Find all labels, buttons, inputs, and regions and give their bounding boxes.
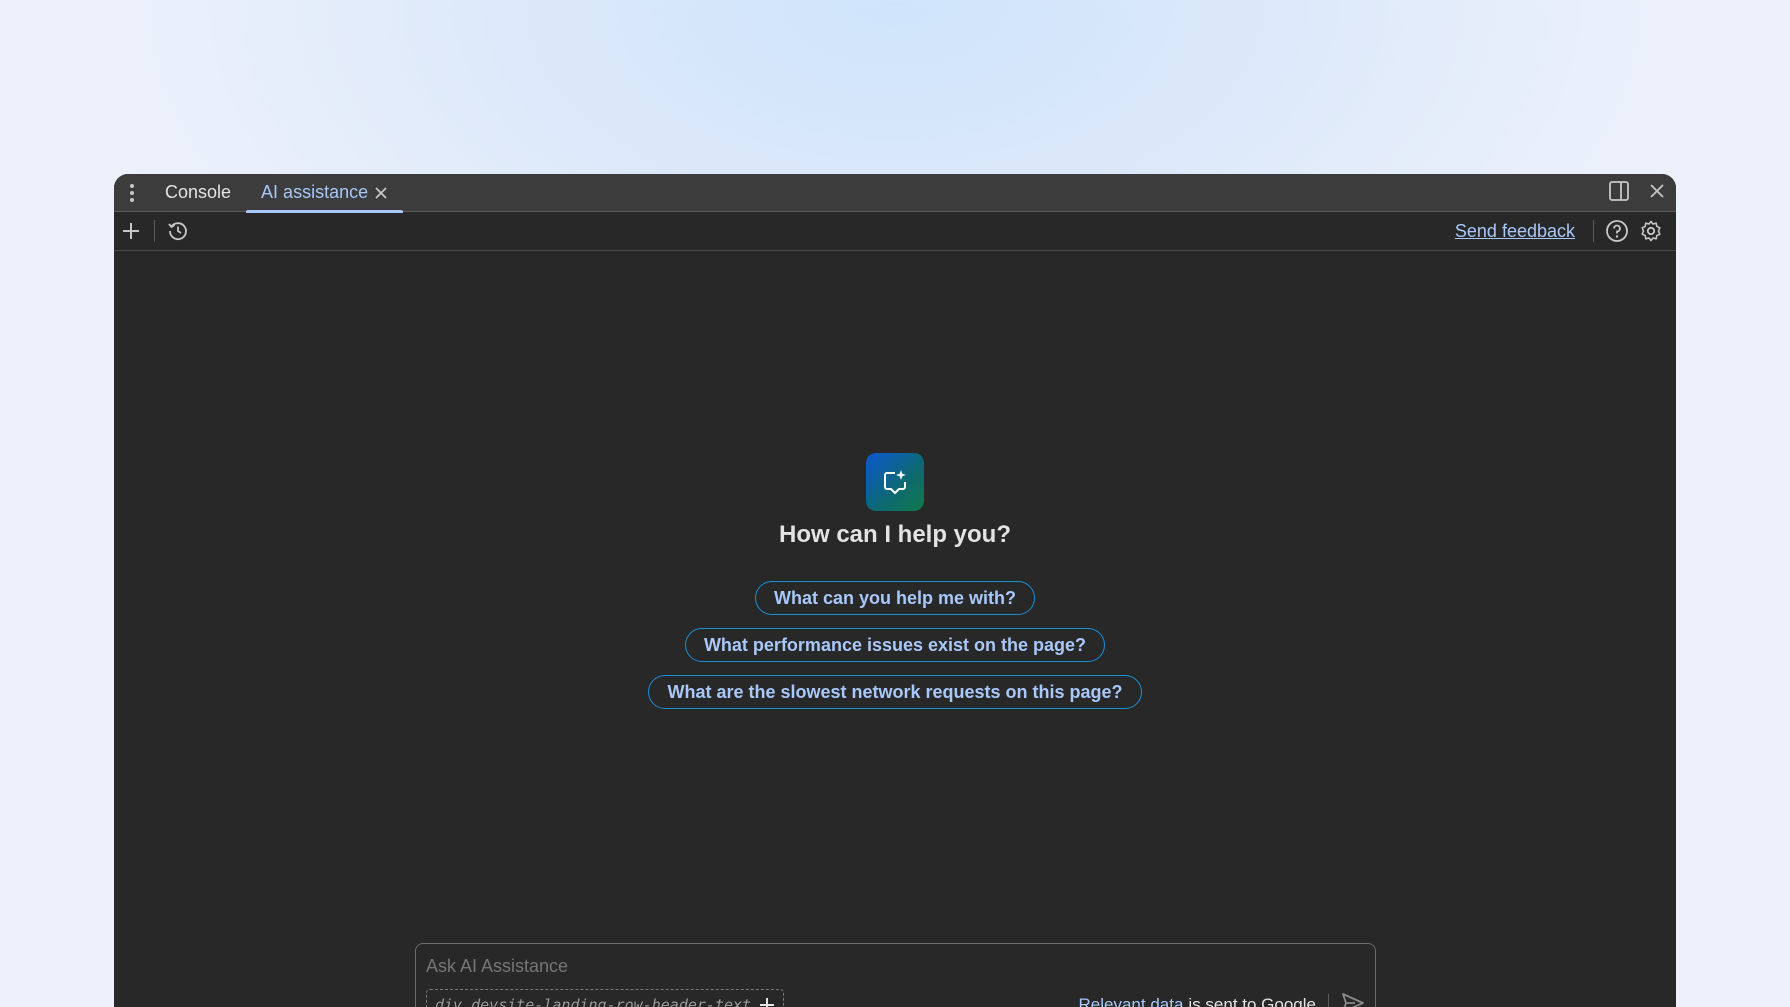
plus-icon[interactable] — [759, 997, 775, 1007]
tab-console[interactable]: Console — [150, 174, 246, 212]
history-icon[interactable] — [161, 212, 195, 250]
suggestion-list: What can you help me with? What performa… — [114, 581, 1676, 709]
settings-icon[interactable] — [1634, 212, 1668, 250]
close-devtools-icon[interactable] — [1648, 182, 1666, 205]
relevant-data-link[interactable]: Relevant data — [1079, 995, 1184, 1007]
disclaimer: Relevant data is sent to Google — [1079, 989, 1365, 1007]
disclaimer-text: is sent to Google — [1188, 995, 1316, 1007]
dock-side-icon[interactable] — [1608, 180, 1630, 207]
composer-divider — [1328, 994, 1329, 1007]
context-selector-text: div.devsite-landing-row-header-text — [435, 996, 752, 1007]
toolbar: Send feedback — [114, 212, 1676, 251]
suggestion-chip[interactable]: What are the slowest network requests on… — [648, 675, 1142, 709]
chat-composer: div.devsite-landing-row-header-text Rele… — [415, 943, 1376, 1007]
context-selector-chip[interactable]: div.devsite-landing-row-header-text — [426, 989, 785, 1007]
chat-area: How can I help you? What can you help me… — [114, 251, 1676, 1007]
tab-bar: Console AI assistance — [114, 174, 1676, 213]
more-vert-icon[interactable] — [114, 174, 150, 212]
ai-logo-icon — [866, 453, 924, 511]
greeting-heading: How can I help you? — [778, 521, 1012, 548]
toolbar-divider — [154, 220, 155, 242]
send-feedback-link[interactable]: Send feedback — [1455, 221, 1575, 242]
chat-input[interactable] — [426, 956, 1026, 977]
send-icon[interactable] — [1341, 992, 1365, 1007]
tab-ai-assistance[interactable]: AI assistance — [246, 174, 404, 213]
devtools-window: Console AI assistance Send feedback How … — [114, 174, 1676, 1007]
help-icon[interactable] — [1600, 212, 1634, 250]
toolbar-right-divider — [1593, 220, 1594, 242]
suggestion-chip[interactable]: What performance issues exist on the pag… — [684, 628, 1106, 662]
suggestion-chip[interactable]: What can you help me with? — [754, 581, 1035, 615]
close-icon[interactable] — [374, 186, 388, 200]
tab-console-label: Console — [165, 182, 232, 202]
tab-ai-assistance-label: AI assistance — [261, 182, 369, 202]
plus-icon[interactable] — [114, 212, 148, 250]
